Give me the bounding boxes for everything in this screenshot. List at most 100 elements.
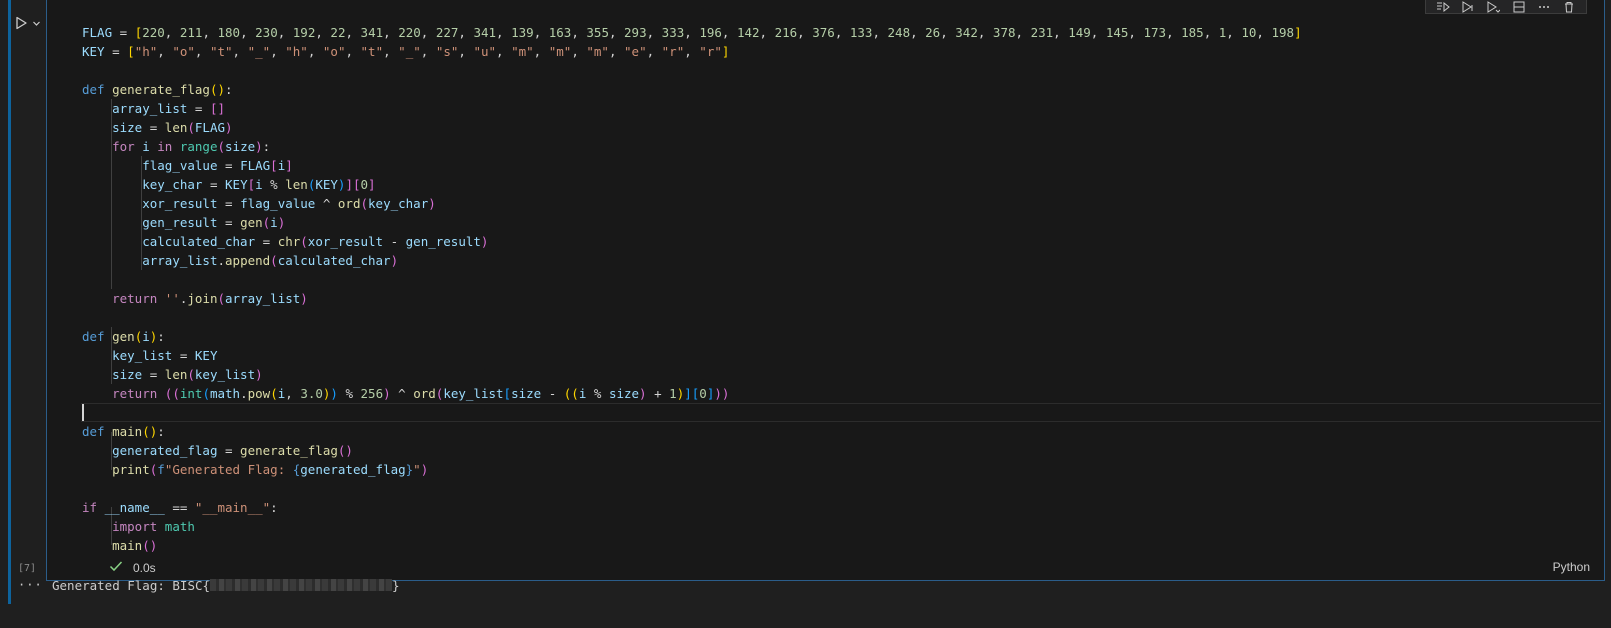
code-token: 0 bbox=[360, 177, 369, 192]
code-token: = bbox=[112, 25, 135, 40]
code-token: gen bbox=[240, 215, 263, 230]
delete-cell-icon[interactable] bbox=[1562, 1, 1576, 13]
code-token: : bbox=[225, 82, 233, 97]
code-line[interactable]: if __name__ == "__main__": bbox=[82, 498, 1302, 517]
text-cursor bbox=[82, 404, 84, 421]
code-line[interactable]: xor_result = flag_value ^ ord(key_char) bbox=[82, 194, 1302, 213]
code-token: % bbox=[262, 177, 286, 192]
code-line[interactable]: calculated_char = chr(xor_result - gen_r… bbox=[82, 232, 1302, 251]
code-token: 0 bbox=[699, 386, 707, 401]
code-token: append bbox=[225, 253, 271, 268]
code-line[interactable] bbox=[82, 403, 1302, 422]
code-line[interactable]: key_list = KEY bbox=[82, 346, 1302, 365]
code-token: ) bbox=[255, 367, 263, 382]
code-token: generated_flag bbox=[112, 443, 218, 458]
code-token: , bbox=[721, 25, 737, 40]
run-by-line-icon[interactable] bbox=[1436, 1, 1450, 13]
code-token: [ bbox=[127, 44, 135, 59]
code-token: 133 bbox=[849, 25, 873, 40]
code-token: , bbox=[797, 25, 813, 40]
code-token: array_list bbox=[142, 253, 218, 268]
code-token: size bbox=[511, 386, 542, 401]
code-token: ) bbox=[225, 120, 233, 135]
code-line[interactable]: gen_result = gen(i) bbox=[82, 213, 1302, 232]
code-token: (( bbox=[164, 386, 180, 401]
code-line[interactable]: flag_value = FLAG[i] bbox=[82, 156, 1302, 175]
code-editor[interactable]: FLAG = [220, 211, 180, 230, 192, 22, 341… bbox=[46, 0, 1605, 581]
code-token: - bbox=[383, 234, 406, 249]
code-line[interactable]: FLAG = [220, 211, 180, 230, 192, 22, 341… bbox=[82, 23, 1302, 42]
code-token: 142 bbox=[736, 25, 760, 40]
code-line[interactable]: generated_flag = generate_flag() bbox=[82, 441, 1302, 460]
code-token: calculated_char bbox=[277, 253, 391, 268]
code-line[interactable]: main() bbox=[82, 536, 1302, 555]
code-line[interactable] bbox=[82, 61, 1302, 80]
code-token: 145 bbox=[1105, 25, 1129, 40]
code-line[interactable]: return ''.join(array_list) bbox=[82, 289, 1302, 308]
code-token: KEY bbox=[82, 44, 105, 59]
code-token: , bbox=[1090, 25, 1106, 40]
code-line[interactable]: for i in range(size): bbox=[82, 137, 1302, 156]
code-token: , bbox=[759, 25, 775, 40]
code-token: = bbox=[202, 177, 226, 192]
code-line[interactable] bbox=[82, 479, 1302, 498]
code-line[interactable]: size = len(key_list) bbox=[82, 365, 1302, 384]
code-token: key_list bbox=[112, 348, 173, 363]
code-line[interactable]: return ((int(math.pow(i, 3.0)) % 256) ^ … bbox=[82, 384, 1302, 403]
run-below-icon[interactable] bbox=[1486, 0, 1501, 13]
cell-toolbar bbox=[1425, 0, 1587, 14]
output-actions-ellipsis[interactable]: ··· bbox=[18, 578, 52, 592]
code-token: = bbox=[217, 196, 241, 211]
run-above-icon[interactable] bbox=[1461, 0, 1475, 13]
run-icon[interactable] bbox=[14, 16, 28, 30]
code-token: "m" bbox=[548, 44, 572, 59]
code-token: , bbox=[383, 25, 399, 40]
chevron-down-icon[interactable] bbox=[32, 19, 41, 28]
code-line[interactable]: def generate_flag(): bbox=[82, 80, 1302, 99]
code-token: () bbox=[337, 443, 353, 458]
code-token: . bbox=[217, 253, 226, 268]
code-token: = bbox=[217, 443, 241, 458]
code-content[interactable]: FLAG = [220, 211, 180, 230, 192, 22, 341… bbox=[82, 23, 1302, 555]
code-token: "_" bbox=[247, 44, 271, 59]
split-cell-icon[interactable] bbox=[1512, 1, 1526, 13]
code-token: " bbox=[413, 462, 421, 477]
more-actions-icon[interactable] bbox=[1537, 1, 1551, 13]
code-token: , bbox=[646, 44, 662, 59]
code-token: KEY bbox=[194, 348, 218, 363]
code-token: key_char bbox=[368, 196, 429, 211]
code-token: 256 bbox=[360, 386, 384, 401]
code-line[interactable]: print(f"Generated Flag: {generated_flag}… bbox=[82, 460, 1302, 479]
code-line[interactable]: KEY = ["h", "o", "t", "_", "h", "o", "t"… bbox=[82, 42, 1302, 61]
code-token: 227 bbox=[435, 25, 459, 40]
code-token: def bbox=[82, 424, 113, 439]
code-token: ( bbox=[187, 120, 195, 135]
code-token: , bbox=[270, 44, 286, 59]
code-line[interactable] bbox=[82, 270, 1302, 289]
code-token: 220 bbox=[398, 25, 421, 40]
code-line[interactable]: import math bbox=[82, 517, 1302, 536]
code-line[interactable]: def main(): bbox=[82, 422, 1302, 441]
code-token: , bbox=[1128, 25, 1144, 40]
code-token: key_list bbox=[194, 367, 256, 382]
code-line[interactable]: key_char = KEY[i % len(KEY)][0] bbox=[82, 175, 1302, 194]
code-token: len bbox=[164, 367, 188, 382]
code-line[interactable] bbox=[82, 308, 1302, 327]
code-token: xor_result bbox=[307, 234, 384, 249]
language-indicator[interactable]: Python bbox=[1553, 560, 1590, 574]
code-line[interactable]: size = len(FLAG) bbox=[82, 118, 1302, 137]
code-line[interactable]: array_list.append(calculated_char) bbox=[82, 251, 1302, 270]
code-token: 293 bbox=[624, 25, 647, 40]
code-token: ] bbox=[684, 386, 692, 401]
code-token: def bbox=[82, 82, 113, 97]
code-token: len bbox=[285, 177, 308, 192]
code-line[interactable]: def gen(i): bbox=[82, 327, 1302, 346]
code-token: gen_result bbox=[142, 215, 218, 230]
code-token: . bbox=[240, 386, 248, 401]
code-token: 3.0 bbox=[300, 386, 323, 401]
code-line[interactable]: array_list = [] bbox=[82, 99, 1302, 118]
